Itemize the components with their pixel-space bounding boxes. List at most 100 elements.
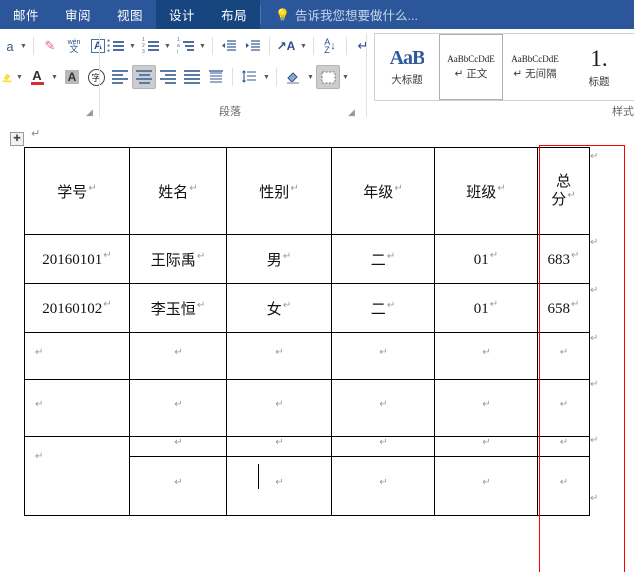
sort-icon[interactable]: A Z ↓ [318, 34, 342, 58]
cell-empty[interactable]: ↵ [537, 436, 590, 457]
cell-empty[interactable]: ↵ [226, 436, 332, 457]
cell-empty[interactable]: ↵ [537, 456, 590, 516]
cell-empty[interactable]: ↵ [129, 456, 227, 516]
font-size-dropdown[interactable]: a [2, 34, 18, 58]
font-dialog-launcher[interactable]: ◢ [86, 108, 95, 117]
header-cell-banji[interactable]: 班级↵ [434, 147, 538, 235]
table-header-row[interactable]: 学号↵ 姓名↵ 性别↵ 年级↵ 班级↵ 总 分↵ [24, 147, 590, 235]
cell-empty[interactable]: ↵ [434, 332, 538, 380]
style-preview: AaBbCcDdE [447, 53, 495, 64]
numbering-icon[interactable]: 123 [138, 34, 162, 58]
cell-empty[interactable]: ↵ [331, 332, 435, 380]
cell-zongfen[interactable]: 683↵ [537, 234, 590, 284]
cell-banji[interactable]: 01↵ [434, 283, 538, 333]
clear-formatting-icon[interactable]: ✎ [38, 34, 62, 58]
header-cell-zongfen[interactable]: 总 分↵ [537, 147, 590, 235]
font-color-icon[interactable]: A [25, 65, 49, 89]
cell-empty[interactable]: ↵ [24, 332, 130, 380]
tell-me-search[interactable]: 💡 告诉我您想要做什么... [261, 0, 634, 29]
student-table[interactable]: 学号↵ 姓名↵ 性别↵ 年级↵ 班级↵ 总 分↵ 20160101↵ 王际禹↵ … [24, 147, 590, 516]
cell-empty-merged[interactable]: ↵ [24, 436, 130, 516]
tab-view[interactable]: 视图 [104, 0, 156, 29]
cell-empty[interactable]: ↵ [434, 456, 538, 516]
tab-review[interactable]: 审阅 [52, 0, 104, 29]
chevron-down-icon[interactable]: ▼ [305, 66, 316, 88]
cell-empty[interactable]: ↵ [24, 379, 130, 437]
style-item-biaoti[interactable]: 1. 标题 [567, 34, 631, 100]
table-row[interactable]: ↵ ↵ ↵ ↵ ↵ ↵ [24, 436, 590, 516]
cell-empty[interactable]: ↵ [129, 379, 227, 437]
header-cell-xuehao[interactable]: 学号↵ [24, 147, 130, 235]
cell-empty[interactable]: ↵ [226, 379, 332, 437]
cell-empty[interactable]: ↵ [434, 436, 538, 457]
chevron-down-icon[interactable]: ▼ [18, 35, 29, 57]
cell-xingming[interactable]: 李玉恒↵ [129, 283, 227, 333]
table-row[interactable]: 20160101↵ 王际禹↵ 男↵ 二↵ 01↵ 683↵ [24, 234, 590, 284]
styles-gallery[interactable]: AaB 大标题 AaBbCcDdE ↵ 正文 AaBbCcDdE ↵ 无间隔 1… [374, 33, 634, 101]
text-highlight-color-icon[interactable] [0, 65, 14, 89]
distribute-icon[interactable] [204, 65, 228, 89]
chevron-down-icon[interactable]: ▼ [162, 35, 173, 57]
justify-icon[interactable] [180, 65, 204, 89]
cell-banji[interactable]: 01↵ [434, 234, 538, 284]
tab-design[interactable]: 设计 [156, 0, 209, 29]
cell-empty[interactable]: ↵ [226, 456, 332, 516]
align-center-icon[interactable] [132, 65, 156, 89]
cell-pilcrow: ↵ [386, 250, 396, 262]
paragraph-dialog-launcher[interactable]: ◢ [348, 108, 357, 117]
chevron-down-icon[interactable]: ▼ [340, 66, 351, 88]
line-spacing-icon[interactable] [237, 65, 261, 89]
chevron-down-icon[interactable]: ▼ [261, 66, 272, 88]
cell-empty[interactable]: ↵ [537, 332, 590, 380]
cell-xuehao[interactable]: 20160102↵ [24, 283, 130, 333]
multilevel-list-icon[interactable]: 1ai [173, 34, 197, 58]
borders-icon[interactable] [316, 65, 340, 89]
chinese-layout-icon[interactable]: ↗A [274, 34, 298, 58]
chevron-down-icon[interactable]: ▼ [298, 35, 309, 57]
style-item-zhengwen[interactable]: AaBbCcDdE ↵ 正文 [439, 34, 503, 100]
cell-empty[interactable]: ↵ [331, 436, 435, 457]
cell-xingbie[interactable]: 男↵ [226, 234, 332, 284]
cell-pilcrow: ↵ [275, 476, 284, 488]
decrease-indent-icon[interactable] [217, 34, 241, 58]
align-left-icon[interactable] [108, 65, 132, 89]
cell-nianji[interactable]: 二↵ [331, 283, 435, 333]
table-move-handle[interactable]: ✚ [10, 132, 24, 146]
paragraph-mark: ↵ [31, 128, 41, 140]
header-cell-nianji[interactable]: 年级↵ [331, 147, 435, 235]
tab-mailings[interactable]: 邮件 [0, 0, 52, 29]
shading-icon[interactable] [281, 65, 305, 89]
document-canvas[interactable]: ✚ ↵ 学号↵ 姓名↵ 性别↵ 年级↵ 班级↵ 总 分↵ 20160101↵ 王… [0, 121, 634, 572]
cell-empty[interactable]: ↵ [331, 456, 435, 516]
chevron-down-icon[interactable]: ▼ [14, 66, 25, 88]
table-row[interactable]: 20160102↵ 李玉恒↵ 女↵ 二↵ 01↵ 658↵ [24, 283, 590, 333]
cell-empty[interactable]: ↵ [129, 436, 227, 457]
chevron-down-icon[interactable]: ▼ [127, 35, 138, 57]
style-item-wujiange[interactable]: AaBbCcDdE ↵ 无间隔 [503, 34, 567, 100]
cell-empty[interactable]: ↵ [129, 332, 227, 380]
chevron-down-icon[interactable]: ▼ [49, 66, 60, 88]
header-cell-xingming[interactable]: 姓名↵ [129, 147, 227, 235]
cell-xuehao[interactable]: 20160101↵ [24, 234, 130, 284]
cell-empty[interactable]: ↵ [226, 332, 332, 380]
increase-indent-icon[interactable] [241, 34, 265, 58]
cell-text: 20160102 [42, 300, 103, 317]
cell-empty[interactable]: ↵ [331, 379, 435, 437]
cell-nianji[interactable]: 二↵ [331, 234, 435, 284]
cell-xingbie[interactable]: 女↵ [226, 283, 332, 333]
bullets-icon[interactable]: ● ● ● [103, 34, 127, 58]
table-row[interactable]: ↵ ↵ ↵ ↵ ↵ ↵ [24, 379, 590, 437]
header-cell-xingbie[interactable]: 性别↵ [226, 147, 332, 235]
align-right-icon[interactable] [156, 65, 180, 89]
table-row[interactable]: ↵ ↵ ↵ ↵ ↵ ↵ [24, 332, 590, 380]
style-item-datibiao[interactable]: AaB 大标题 [375, 34, 439, 100]
cell-empty[interactable]: ↵ [434, 379, 538, 437]
cell-pilcrow: ↵ [394, 182, 403, 194]
character-shading-icon[interactable]: A [60, 65, 84, 89]
phonetic-guide-icon[interactable]: wén 文 [62, 34, 86, 58]
cell-zongfen[interactable]: 658↵ [537, 283, 590, 333]
tab-layout[interactable]: 布局 [208, 0, 261, 29]
chevron-down-icon[interactable]: ▼ [197, 35, 208, 57]
cell-empty[interactable]: ↵ [537, 379, 590, 437]
cell-xingming[interactable]: 王际禹↵ [129, 234, 227, 284]
